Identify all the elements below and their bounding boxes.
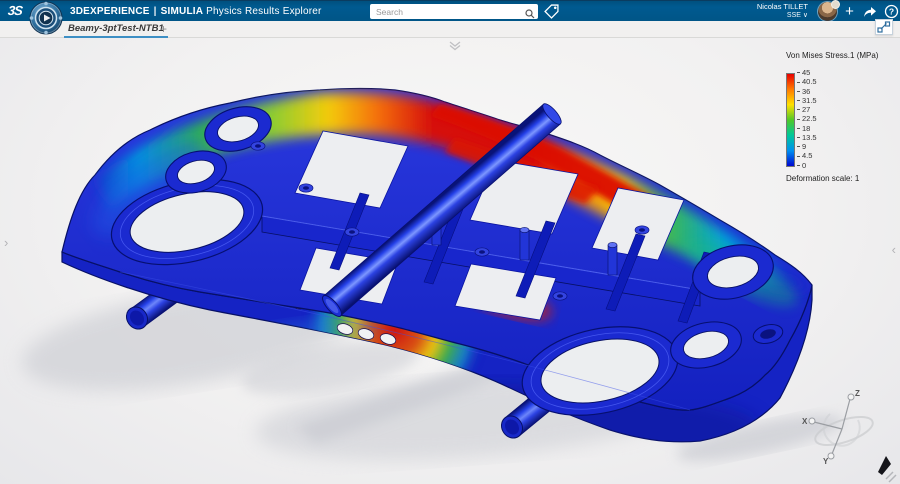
user-block: Nicolas TILLET SSE ∨ (757, 3, 808, 20)
tag-icon[interactable] (543, 4, 559, 19)
app-suffix: Physics Results Explorer (206, 6, 321, 17)
app-name: SIMULIA (161, 6, 204, 17)
right-panel-chevron[interactable]: ‹ (892, 243, 896, 256)
top-bar: 3S 3DEXPERIENCE | SIMULIA Physics Results … (0, 0, 900, 21)
triad-y-label: Y (823, 457, 829, 466)
top-panel-chevron[interactable] (447, 38, 463, 56)
add-content-button[interactable]: + (841, 1, 858, 22)
user-role-menu[interactable]: SSE ∨ (757, 12, 808, 20)
plus-icon: + (845, 3, 854, 20)
stress-legend: Von Mises Stress.1 (MPa) 45 40.5 36 31.5… (786, 51, 878, 183)
app-title: 3DEXPERIENCE | SIMULIA Physics Results Exp… (70, 1, 322, 22)
avatar-status-badge (831, 0, 840, 9)
share-icon (862, 5, 877, 18)
tab-beamy-3pttest[interactable]: Beamy-3ptTest-NTB1 (64, 21, 168, 38)
legend-ticks: 45 40.5 36 31.5 27 22.5 18 13.5 9 4.5 0 (797, 69, 817, 169)
expand-viewport-button[interactable] (875, 19, 893, 35)
user-avatar[interactable] (818, 2, 837, 21)
help-icon: ? (884, 4, 899, 19)
triad-x-label: X (802, 417, 808, 426)
3dexperience-app: 3S 3DEXPERIENCE | SIMULIA Physics Results … (0, 0, 900, 484)
tab-bar: Beamy-3ptTest-NTB1 + (0, 21, 900, 38)
brand-name: 3DEXPERIENCE (70, 6, 150, 17)
3d-viewport[interactable]: Von Mises Stress.1 (MPa) 45 40.5 36 31.5… (0, 38, 900, 484)
new-tab-button[interactable]: + (160, 22, 167, 36)
compass-icon[interactable] (29, 1, 63, 35)
legend-colorbar (786, 73, 795, 167)
deformation-scale-label: Deformation scale: 1 (786, 174, 878, 183)
user-name: Nicolas TILLET (757, 3, 808, 12)
fea-model-render (0, 38, 900, 484)
double-chevron-down-icon (447, 41, 463, 51)
axis-triad[interactable]: Z X Y (800, 384, 890, 474)
dassault-3ds-logo: 3S (7, 3, 22, 18)
help-button[interactable]: ? (884, 4, 899, 19)
svg-text:?: ? (889, 6, 894, 16)
expand-icon (877, 21, 891, 33)
legend-title: Von Mises Stress.1 (MPa) (786, 51, 878, 60)
search-input[interactable] (370, 4, 524, 19)
left-panel-chevron[interactable]: › (4, 236, 8, 249)
search-box (370, 4, 538, 19)
triad-z-label: Z (855, 389, 860, 398)
chevron-down-icon: ∨ (803, 12, 808, 19)
title-divider: | (154, 6, 157, 17)
share-button[interactable] (862, 5, 877, 18)
